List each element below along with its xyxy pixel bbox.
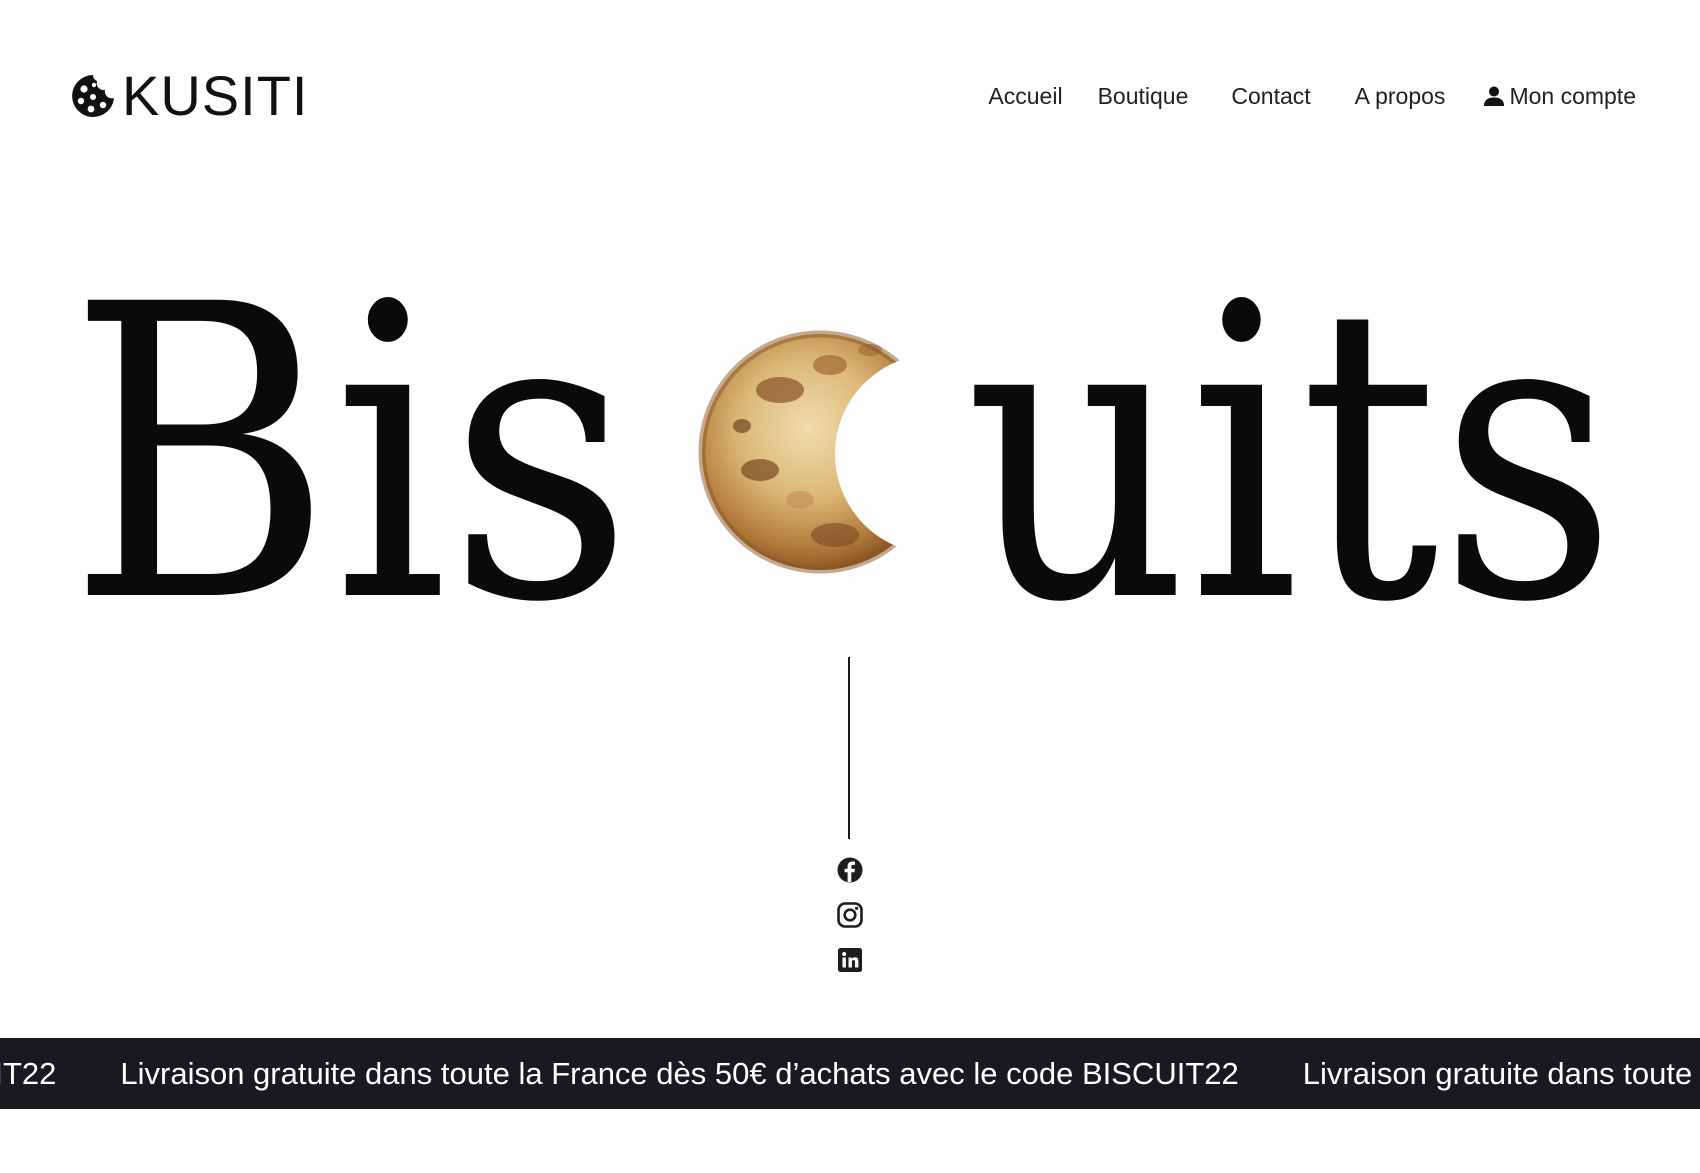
hero-word-left: Bis: [68, 219, 633, 691]
nav-contact[interactable]: Contact: [1231, 80, 1310, 112]
nav-a-propos[interactable]: A propos: [1355, 80, 1446, 112]
promo-banner-track: Livraison gratuite dans toute la France …: [0, 1038, 1700, 1109]
promo-text: Livraison gratuite dans toute la France …: [0, 1056, 57, 1091]
vertical-divider: [848, 657, 850, 839]
hero-wordmark: Bis uits: [68, 219, 1617, 691]
hero-title: Bis uits: [0, 219, 1700, 691]
user-icon: [1484, 86, 1505, 106]
hero-word-right: uits: [965, 219, 1617, 691]
instagram-link[interactable]: [835, 900, 865, 930]
cookie-icon: [72, 75, 114, 117]
linkedin-link[interactable]: [835, 945, 865, 975]
nav-accueil[interactable]: Accueil: [988, 80, 1062, 112]
nav-mon-compte[interactable]: Mon compte: [1483, 80, 1636, 112]
logo-link[interactable]: KUSITI: [69, 68, 308, 124]
brand-name: KUSITI: [122, 64, 309, 127]
bitten-cookie-image: [698, 330, 942, 574]
linkedin-icon: [838, 948, 862, 972]
nav-boutique[interactable]: Boutique: [1098, 80, 1189, 112]
instagram-icon: [837, 902, 863, 928]
social-links: [835, 855, 865, 990]
promo-banner: Livraison gratuite dans toute la France …: [0, 1038, 1700, 1109]
facebook-link[interactable]: [835, 855, 865, 885]
promo-text: Livraison gratuite dans toute la France …: [120, 1056, 1239, 1091]
promo-text: Livraison gratuite dans toute la France …: [1302, 1056, 1700, 1091]
facebook-icon: [837, 857, 863, 883]
account-label: Mon compte: [1509, 83, 1636, 109]
site-header: KUSITI Accueil Boutique Contact A propos…: [0, 0, 1700, 190]
main-nav: Accueil Boutique Contact A propos Mon co…: [988, 80, 1636, 112]
